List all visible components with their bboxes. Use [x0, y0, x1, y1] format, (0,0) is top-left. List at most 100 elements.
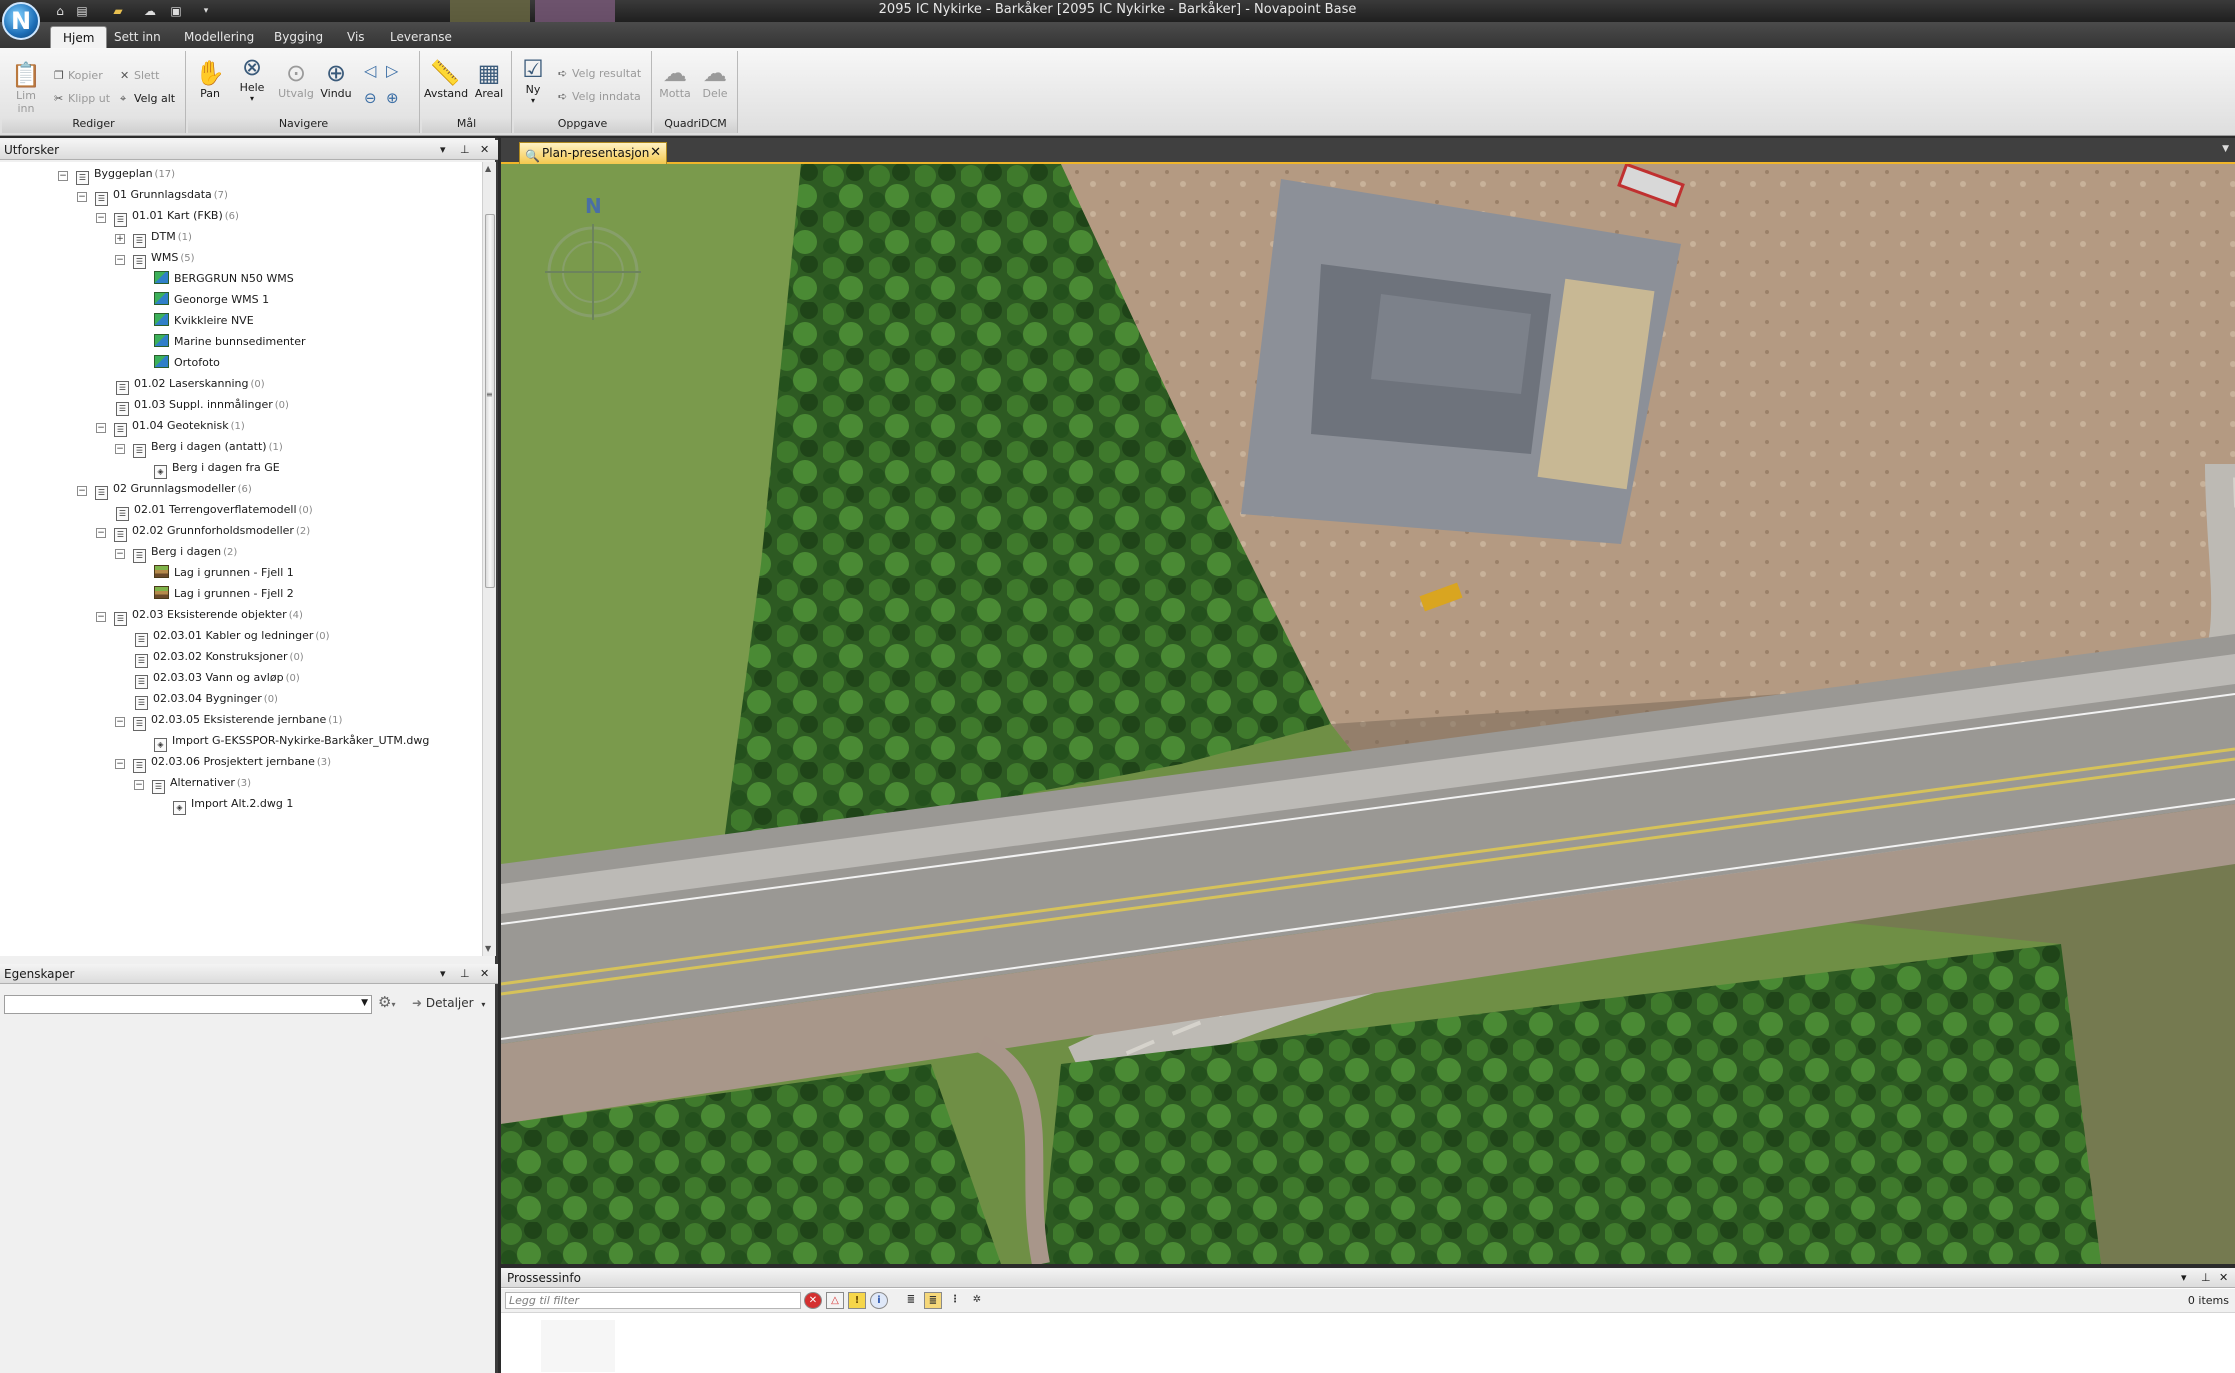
app-menu-button[interactable]: N — [2, 2, 40, 40]
collapse-icon[interactable]: − — [96, 528, 106, 538]
velg-inndata-button[interactable]: ➪ Velg inndata — [558, 90, 641, 103]
collapse-icon[interactable]: − — [96, 612, 106, 622]
tree-node[interactable]: ◈ Berg i dagen fra GE — [134, 457, 280, 479]
tab-modellering[interactable]: Modellering — [172, 26, 266, 48]
close-icon[interactable]: ✕ — [480, 964, 489, 984]
zoom-in-icon[interactable]: ⊕ — [386, 89, 399, 107]
collapse-icon[interactable]: − — [115, 759, 125, 769]
tree-node[interactable]: ☰ 02.03.02 Konstruksjoner (0) — [115, 646, 304, 668]
info-filter-icon[interactable]: i — [870, 1292, 888, 1309]
tree-node[interactable]: − ☰ 01 Grunnlagsdata (7) — [77, 184, 228, 206]
kopier-button[interactable]: ❐ Kopier — [54, 69, 103, 82]
settings-icon[interactable]: ✲ — [968, 1292, 986, 1309]
tree-node[interactable]: + ☰ DTM (1) — [115, 226, 192, 248]
highlight-list-icon[interactable]: ≣ — [924, 1292, 942, 1309]
tree-node[interactable]: − ☰ Berg i dagen (antatt) (1) — [115, 436, 283, 458]
tree-node[interactable]: ☰ 01.03 Suppl. innmålinger (0) — [96, 394, 289, 416]
collapse-icon[interactable]: − — [58, 171, 68, 181]
tree-node[interactable]: ◈ Import Alt.2.dwg 1 — [153, 793, 293, 815]
tree-node[interactable]: Lag i grunnen - Fjell 1 — [134, 562, 294, 583]
tab-hjem[interactable]: Hjem — [50, 26, 108, 48]
collapse-icon[interactable]: − — [115, 717, 125, 727]
lim-inn-button[interactable]: 📋 Lim inn — [6, 61, 46, 115]
filter-input[interactable]: Legg til filter — [505, 1292, 801, 1309]
forward-arrow-icon[interactable]: ▷ — [386, 61, 398, 80]
slett-button[interactable]: ✕ Slett — [120, 69, 159, 82]
collapse-icon[interactable]: − — [134, 780, 144, 790]
list-icon[interactable]: ≣ — [902, 1292, 920, 1309]
tree-node[interactable]: − ☰ 02.03.06 Prosjektert jernbane (3) — [115, 751, 331, 773]
velg-alt-button[interactable]: ⌖ Velg alt — [120, 92, 175, 106]
vindu-button[interactable]: ⊕ Vindu — [316, 59, 356, 100]
tree-scrollbar[interactable]: ▲ ≡ ▼ — [482, 162, 496, 956]
close-icon[interactable]: ✕ — [480, 140, 489, 160]
velg-resultat-button[interactable]: ➪ Velg resultat — [558, 67, 641, 80]
back-arrow-icon[interactable]: ◁ — [364, 61, 376, 80]
tab-sett-inn[interactable]: Sett inn — [102, 26, 173, 48]
collapse-icon[interactable]: − — [77, 192, 87, 202]
avstand-button[interactable]: 📏 Avstand — [424, 59, 468, 100]
tree-node[interactable]: Geonorge WMS 1 — [134, 289, 269, 310]
gear-icon[interactable]: ⚙▾ — [378, 993, 395, 1011]
collapse-icon[interactable]: − — [115, 255, 125, 265]
tree-node[interactable]: ◈ Import G-EKSSPOR-Nykirke-Barkåker_UTM.d… — [134, 730, 429, 752]
warning-filter-icon[interactable]: △ — [826, 1292, 844, 1309]
tree-node[interactable]: ☰ 02.01 Terrengoverflatemodell (0) — [96, 499, 313, 521]
tree-node[interactable]: − ☰ 01.01 Kart (FKB) (6) — [96, 205, 239, 227]
scroll-up-icon[interactable]: ▲ — [485, 164, 491, 173]
utvalg-button[interactable]: ⊙ Utvalg — [276, 59, 316, 100]
tree-node[interactable]: ☰ 02.03.01 Kabler og ledninger (0) — [115, 625, 330, 647]
tree-node[interactable]: Marine bunnsedimenter — [134, 331, 306, 352]
tree-node[interactable]: BERGGRUN N50 WMS — [134, 268, 294, 289]
panel-dropdown-icon[interactable]: ▾ — [2181, 1268, 2187, 1288]
tree-node[interactable]: − ☰ Byggeplan (17) — [58, 163, 175, 185]
collapse-icon[interactable]: − — [96, 213, 106, 223]
panel-dropdown-icon[interactable]: ▾ — [440, 964, 446, 984]
error-filter-icon[interactable]: ✕ — [804, 1292, 822, 1309]
close-icon[interactable]: ✕ — [2219, 1268, 2228, 1288]
hele-button[interactable]: ⊗ Hele ▾ — [232, 53, 272, 103]
scroll-thumb[interactable] — [485, 214, 495, 588]
tree-node[interactable]: ☰ 01.02 Laserskanning (0) — [96, 373, 265, 395]
chevron-down-icon[interactable]: ▼ — [2222, 144, 2229, 154]
tree-node[interactable]: − ☰ 02.02 Grunnforholdsmodeller (2) — [96, 520, 310, 542]
tab-plan-presentasjon[interactable]: 🔍 Plan-presentasjon ✕ — [519, 142, 667, 164]
tree-node[interactable]: Lag i grunnen - Fjell 2 — [134, 583, 294, 604]
tree-node[interactable]: − ☰ WMS (5) — [115, 247, 195, 269]
list-detail-icon[interactable]: ⋮ — [946, 1292, 964, 1309]
pin-icon[interactable]: ⊥ — [2201, 1268, 2211, 1288]
expand-icon[interactable]: + — [115, 234, 125, 244]
tree-node[interactable]: ☰ 02.03.04 Bygninger (0) — [115, 688, 278, 710]
scroll-down-icon[interactable]: ▼ — [485, 944, 491, 953]
ny-button[interactable]: ☑ Ny ▾ — [518, 55, 548, 105]
tree-node[interactable]: − ☰ Alternativer (3) — [134, 772, 251, 794]
pan-button[interactable]: ✋ Pan — [192, 59, 228, 100]
pin-icon[interactable]: ⊥ — [460, 140, 470, 160]
tab-bygging[interactable]: Bygging — [262, 26, 335, 48]
panel-dropdown-icon[interactable]: ▾ — [440, 140, 446, 160]
details-button[interactable]: ➜ Detaljer ▾ — [412, 996, 485, 1010]
tree-node[interactable]: Ortofoto — [134, 352, 220, 373]
plan-view-map[interactable]: N — [501, 164, 2235, 1264]
tree-node[interactable]: Kvikkleire NVE — [134, 310, 254, 331]
tree-node[interactable]: − ☰ Berg i dagen (2) — [115, 541, 237, 563]
collapse-icon[interactable]: − — [77, 486, 87, 496]
caution-filter-icon[interactable]: ! — [848, 1292, 866, 1309]
collapse-icon[interactable]: − — [115, 444, 125, 454]
motta-button[interactable]: ☁ Motta — [656, 59, 694, 100]
tree-node[interactable]: ☰ 02.03.03 Vann og avløp (0) — [115, 667, 300, 689]
zoom-out-icon[interactable]: ⊖ — [364, 89, 377, 107]
klipp-ut-button[interactable]: ✂ Klipp ut — [54, 92, 110, 105]
tree-node[interactable]: − ☰ 02 Grunnlagsmodeller (6) — [77, 478, 252, 500]
tree-node[interactable]: − ☰ 01.04 Geoteknisk (1) — [96, 415, 245, 437]
collapse-icon[interactable]: − — [115, 549, 125, 559]
collapse-icon[interactable]: − — [96, 423, 106, 433]
tab-leveranse[interactable]: Leveranse — [378, 26, 464, 48]
tree-node[interactable]: − ☰ 02.03 Eksisterende objekter (4) — [96, 604, 303, 626]
tree-node[interactable]: − ☰ 02.03.05 Eksisterende jernbane (1) — [115, 709, 342, 731]
close-tab-icon[interactable]: ✕ — [650, 143, 661, 163]
properties-object-selector[interactable]: ▼ — [4, 995, 372, 1014]
dele-button[interactable]: ☁ Dele — [696, 59, 734, 100]
areal-button[interactable]: ▦ Areal — [470, 59, 508, 100]
tab-vis[interactable]: Vis — [335, 26, 377, 48]
